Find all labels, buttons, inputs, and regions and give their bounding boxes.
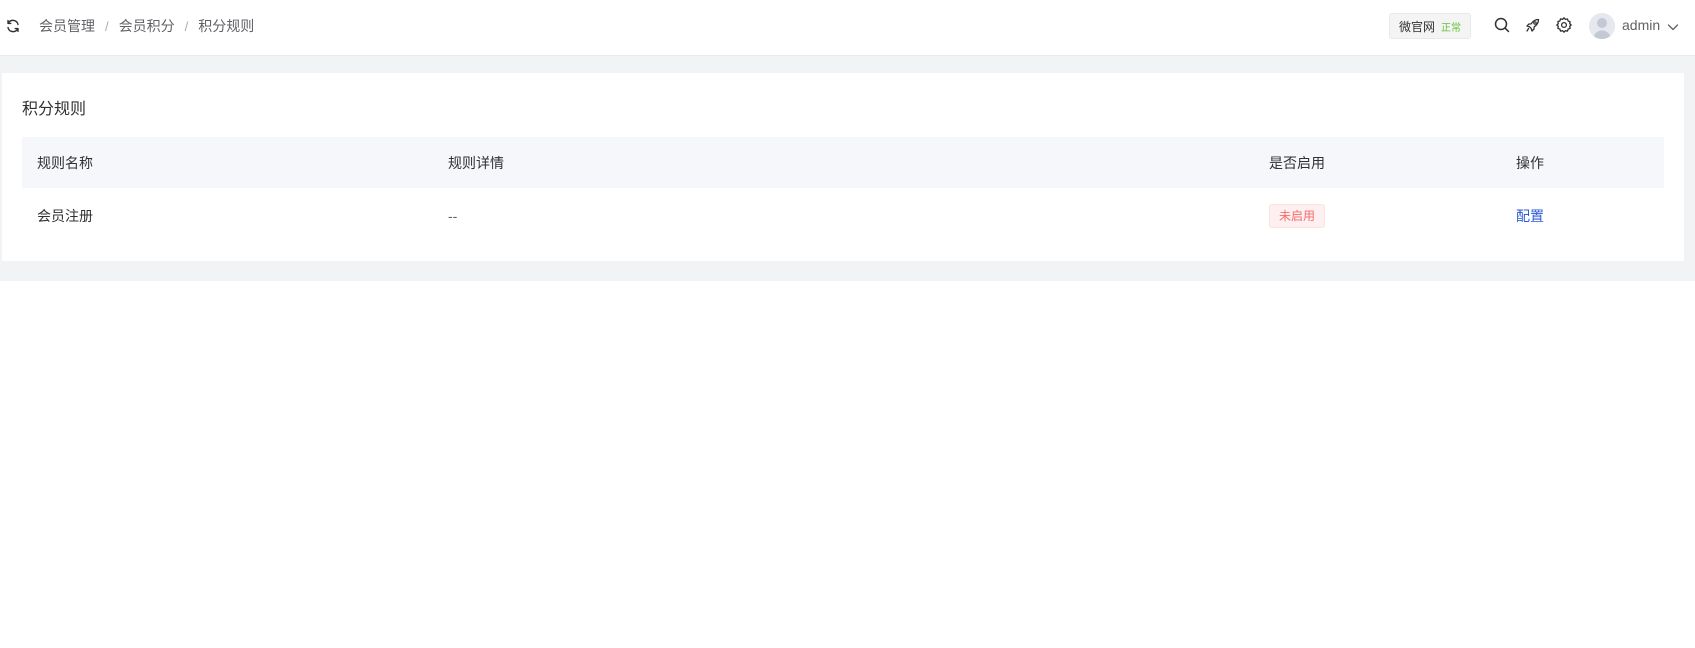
user-avatar-icon [1589, 13, 1615, 39]
breadcrumb-item-member-management[interactable]: 会员管理 [39, 16, 95, 36]
column-header-actions: 操作 [1516, 154, 1544, 171]
top-bar: 会员管理 / 会员积分 / 积分规则 微官网 正常 admin [0, 0, 1695, 56]
rule-detail: -- [448, 207, 458, 224]
username[interactable]: admin [1622, 17, 1660, 33]
column-header-enabled: 是否启用 [1269, 154, 1325, 171]
column-header-rule-detail: 规则详情 [448, 154, 504, 171]
site-status-tag[interactable]: 微官网 正常 [1389, 13, 1471, 39]
site-status: 正常 [1441, 22, 1461, 34]
breadcrumb-separator: / [105, 18, 109, 34]
rule-name: 会员注册 [37, 207, 93, 224]
column-header-rule-name: 规则名称 [37, 154, 93, 171]
breadcrumb-item-points-rules: 积分规则 [198, 18, 255, 34]
site-name: 微官网 [1398, 19, 1435, 34]
breadcrumb-item-member-points[interactable]: 会员积分 [119, 16, 175, 36]
rocket-icon[interactable] [1524, 16, 1542, 34]
points-rules-card: 积分规则 规则名称 规则详情 是否启用 操作 会员注册 -- 未启用 配置 [2, 73, 1684, 261]
refresh-icon[interactable] [5, 18, 21, 34]
status-cell: 未启用 [1269, 188, 1326, 243]
search-icon[interactable] [1493, 16, 1511, 34]
chevron-down-icon[interactable] [1666, 20, 1680, 34]
gear-icon[interactable] [1555, 16, 1573, 34]
table-row: 会员注册 -- 未启用 配置 [22, 188, 1664, 243]
table-header: 规则名称 规则详情 是否启用 操作 [22, 137, 1664, 188]
avatar[interactable] [1589, 13, 1615, 39]
card-title: 积分规则 [22, 101, 87, 118]
configure-link[interactable]: 配置 [1516, 206, 1544, 226]
status-badge: 未启用 [1269, 203, 1326, 228]
action-cell: 配置 [1516, 188, 1544, 243]
breadcrumb-separator: / [184, 18, 189, 34]
rules-table: 规则名称 规则详情 是否启用 操作 会员注册 -- 未启用 配置 [22, 137, 1664, 243]
breadcrumb: 会员管理 / 会员积分 / 积分规则 [39, 16, 254, 36]
